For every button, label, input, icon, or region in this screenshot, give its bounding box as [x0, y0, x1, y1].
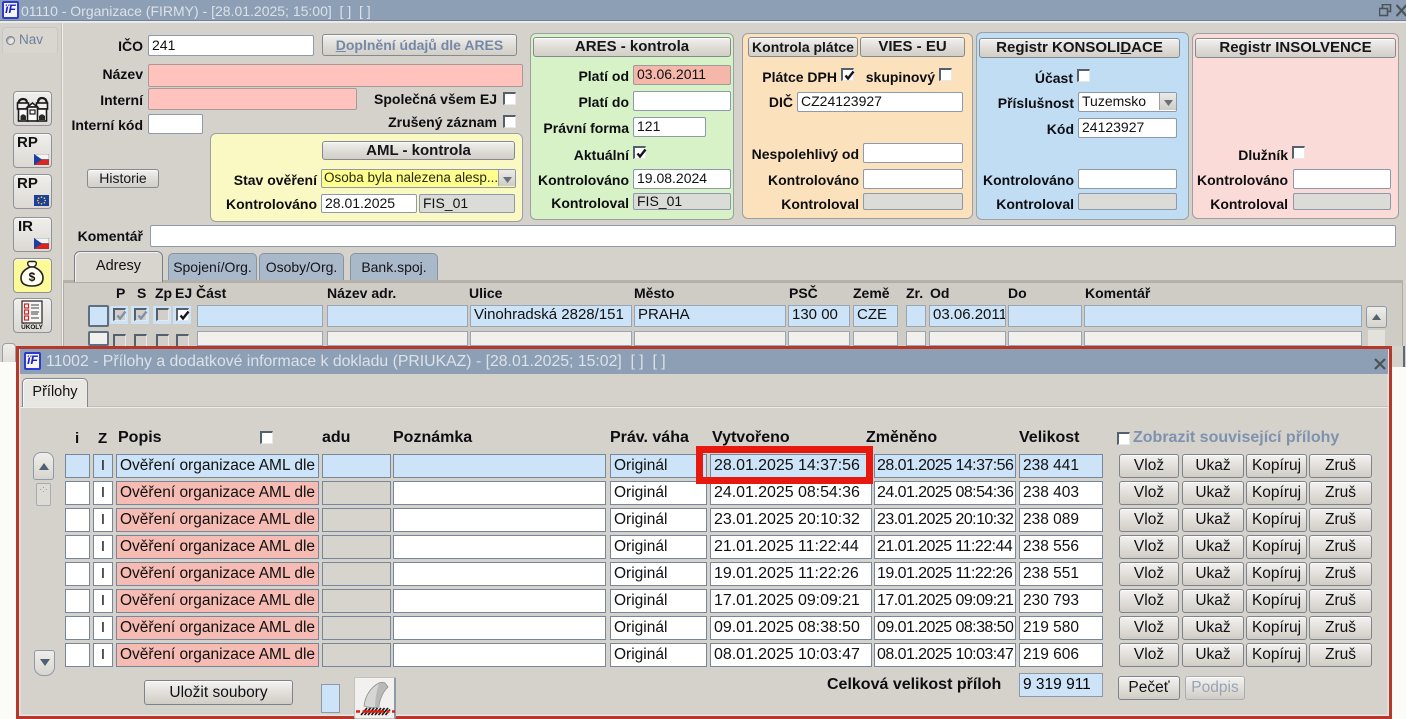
- svg-text:ÚKOLY: ÚKOLY: [21, 322, 44, 330]
- svg-text:$: $: [29, 270, 36, 284]
